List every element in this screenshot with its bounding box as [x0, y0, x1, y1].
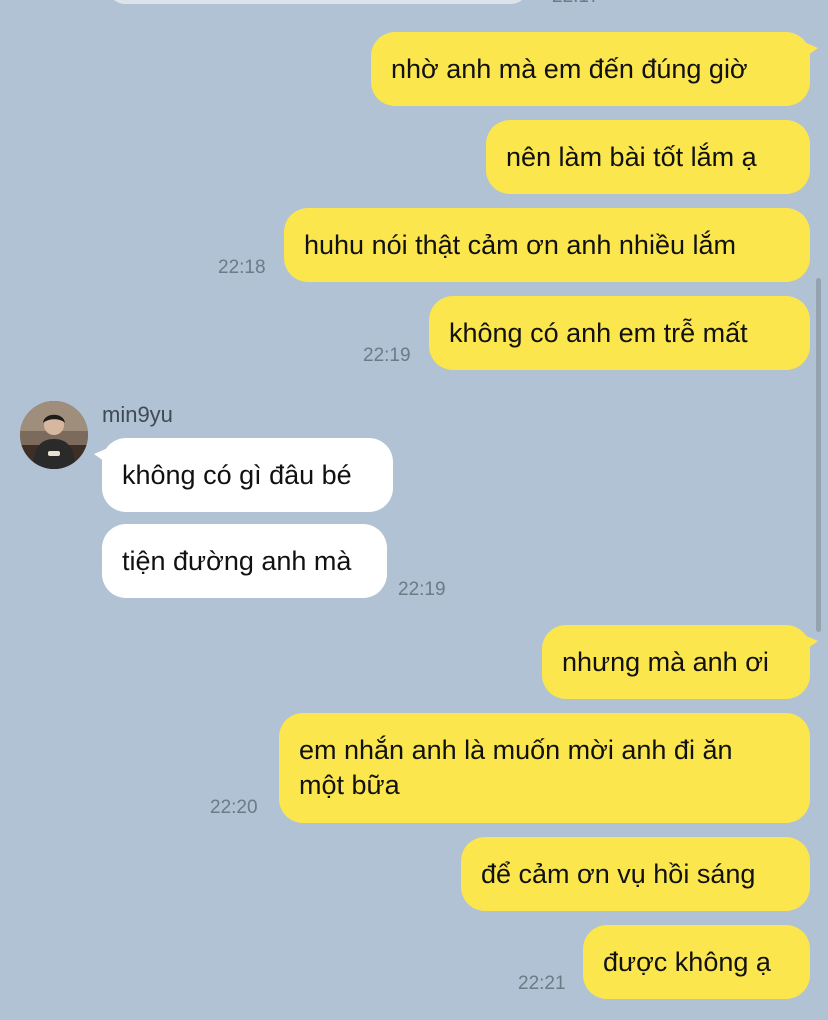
- outgoing-message-bubble[interactable]: không có anh em trễ mất: [429, 296, 810, 370]
- message-text: nên làm bài tốt lắm ạ: [506, 142, 757, 172]
- scrollbar[interactable]: [816, 278, 821, 632]
- incoming-message-bubble[interactable]: tiện đường anh mà: [102, 524, 387, 598]
- message-timestamp: 22:19: [398, 579, 446, 600]
- outgoing-message-bubble[interactable]: huhu nói thật cảm ơn anh nhiều lắm: [284, 208, 810, 282]
- previous-message-bubble: [108, 0, 528, 4]
- message-text: không có gì đâu bé: [122, 460, 352, 490]
- outgoing-message-bubble[interactable]: nên làm bài tốt lắm ạ: [486, 120, 810, 194]
- outgoing-message-bubble[interactable]: em nhắn anh là muốn mời anh đi ăn một bữ…: [279, 713, 810, 823]
- contact-avatar[interactable]: [20, 401, 88, 469]
- outgoing-message-bubble[interactable]: nhờ anh mà em đến đúng giờ: [371, 32, 818, 106]
- message-timestamp: 22:21: [518, 973, 566, 994]
- message-timestamp: 22:18: [218, 257, 266, 278]
- message-text: để cảm ơn vụ hồi sáng: [481, 859, 756, 889]
- incoming-message-bubble[interactable]: không có gì đâu bé: [94, 438, 393, 512]
- outgoing-message-bubble[interactable]: được không ạ: [583, 925, 810, 999]
- message-text: nhờ anh mà em đến đúng giờ: [391, 54, 748, 84]
- message-timestamp: 22:19: [363, 345, 411, 366]
- message-text: được không ạ: [603, 947, 771, 977]
- message-text: em nhắn anh là muốn mời anh đi ăn một bữ…: [299, 735, 733, 800]
- message-text: nhưng mà anh ơi: [562, 647, 769, 677]
- sender-name: min9yu: [102, 402, 173, 427]
- outgoing-message-bubble[interactable]: nhưng mà anh ơi: [542, 625, 818, 699]
- message-text: tiện đường anh mà: [122, 546, 352, 576]
- previous-message-time: 22:17: [552, 0, 600, 8]
- person-photo-icon: [20, 401, 88, 469]
- message-timestamp: 22:20: [210, 797, 258, 818]
- message-text: huhu nói thật cảm ơn anh nhiều lắm: [304, 230, 736, 260]
- outgoing-message-bubble[interactable]: để cảm ơn vụ hồi sáng: [461, 837, 810, 911]
- message-text: không có anh em trễ mất: [449, 318, 748, 348]
